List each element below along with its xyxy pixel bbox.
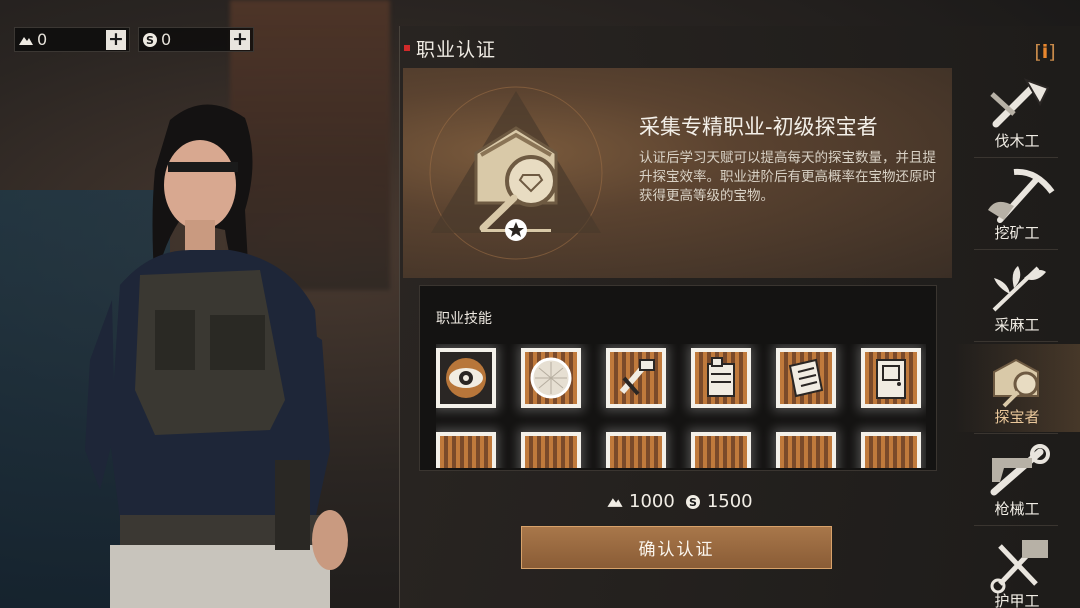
panel-header: 职业认证 [i] [400,26,1080,66]
job-label-miner: 挖矿工 [994,224,1040,242]
skill-pickaxe-tool[interactable] [606,348,666,408]
skill-item[interactable] [691,432,751,468]
skill-item[interactable] [521,432,581,468]
blueprint-icon [780,352,832,404]
job-title: 采集专精职业-初级探宝者 [639,115,878,139]
job-label-hemp-gatherer: 采麻工 [994,316,1040,334]
job-label-gunsmith: 枪械工 [994,500,1040,518]
skills-section: 职业技能 [419,285,937,471]
mountain-coin-icon [15,28,37,51]
confirm-certification-button[interactable]: 确认认证 [521,526,832,569]
hemp-icon [992,266,1046,312]
job-label-armorsmith: 护甲工 [994,592,1040,608]
job-item-lumberjack[interactable]: 伐木工 [954,68,1080,158]
panel-title: 职业认证 [416,39,497,61]
certification-cost: 1000 S 1500 [605,491,753,512]
currency-silver-value: 0 [161,30,172,49]
job-list: 伐木工 挖矿工 采麻工 探宝者 枪械工 护甲工 [954,68,1080,608]
currency-mountain-value: 0 [37,30,48,49]
divider [974,157,1058,158]
skill-icon [610,436,662,468]
wrench-gun-icon [990,444,1050,496]
add-silver-button[interactable]: + [230,29,250,50]
skills-title: 职业技能 [436,311,492,327]
divider [974,525,1058,526]
skill-icon [865,436,917,468]
job-item-treasure-hunter[interactable]: 探宝者 [954,344,1080,434]
skill-item[interactable] [606,432,666,468]
job-description: 认证后学习天赋可以提高每天的探宝数量，并且提升探宝效率。职业进阶后有更高概率在宝… [639,150,936,204]
info-button[interactable]: [i] [1029,39,1061,64]
skill-icon [525,436,577,468]
skills-grid[interactable] [436,344,926,468]
currency-silver: S 0 + [138,27,254,52]
cost-secondary-value: 1500 [706,491,753,512]
mountain-coin-icon [605,492,625,512]
divider [974,249,1058,250]
divider [974,341,1058,342]
skill-jerrycan[interactable] [691,348,751,408]
skill-door[interactable] [861,348,921,408]
cost-primary-value: 1000 [629,491,675,512]
pickaxe-tool-icon [610,352,662,404]
job-label-treasure-hunter: 探宝者 [994,408,1040,426]
treasure-icon [993,358,1039,408]
job-label-lumberjack: 伐木工 [994,132,1040,150]
skill-icon [780,436,832,468]
skill-item[interactable] [776,432,836,468]
job-item-hemp-gatherer[interactable]: 采麻工 [954,252,1080,342]
divider [974,433,1058,434]
door-icon [865,352,917,404]
job-item-gunsmith[interactable]: 枪械工 [954,436,1080,526]
silver-coin-icon: S [139,28,161,51]
job-item-miner[interactable]: 挖矿工 [954,160,1080,250]
add-currency-button[interactable]: + [106,29,126,50]
skill-icon [695,436,747,468]
character-portrait [85,104,348,608]
title-marker [404,45,410,51]
job-item-armorsmith[interactable]: 护甲工 [954,528,1080,608]
skill-eye[interactable] [436,348,496,408]
radar-icon [525,352,577,404]
svg-text:S: S [146,34,154,47]
axe-icon [990,78,1050,128]
currency-mountain: 0 + [14,27,130,52]
jerrycan-icon [695,352,747,404]
skill-blueprint[interactable] [776,348,836,408]
scissors-icon [990,540,1048,594]
skill-item[interactable] [861,432,921,468]
skill-radar[interactable] [521,348,581,408]
eye-icon [440,352,492,404]
job-detail-card: 采集专精职业-初级探宝者 认证后学习天赋可以提高每天的探宝数量，并且提升探宝效率… [403,68,952,278]
skill-icon [440,436,492,468]
silver-coin-icon: S [683,492,703,512]
svg-text:S: S [689,496,697,509]
skill-item[interactable] [436,432,496,468]
treasure-hunter-emblem [429,86,603,260]
pickaxe-icon [988,168,1055,223]
